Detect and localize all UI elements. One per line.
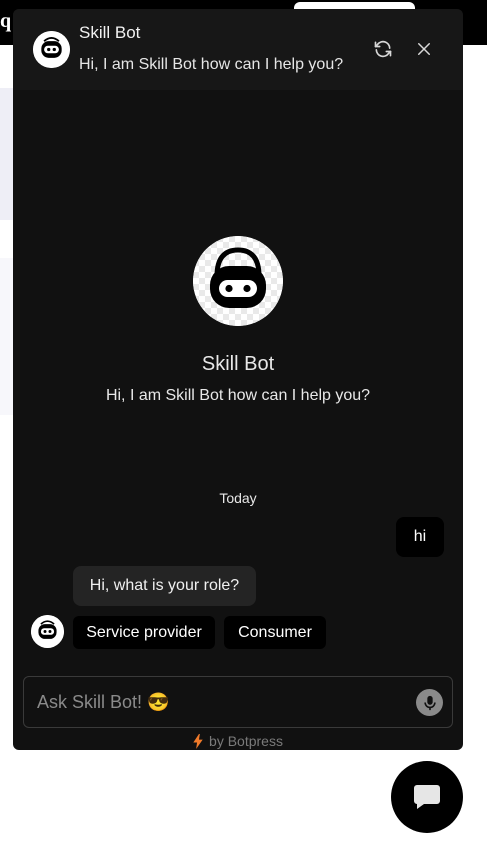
header-greeting: Hi, I am Skill Bot how can I help you? — [79, 56, 344, 73]
chat-header: Skill Bot Hi, I am Skill Bot how can I h… — [13, 9, 463, 90]
date-separator: Today — [219, 490, 257, 506]
close-button[interactable] — [411, 36, 437, 62]
host-logo: q — [0, 10, 12, 32]
message-composer — [23, 676, 453, 728]
chat-bubble-icon — [414, 785, 440, 809]
powered-by-footer: by Botpress — [13, 733, 463, 749]
lightning-icon — [193, 733, 203, 749]
chat-widget: Skill Bot Hi, I am Skill Bot how can I h… — [13, 9, 463, 750]
microphone-button[interactable] — [416, 689, 443, 716]
message-bot-avatar-icon — [31, 615, 64, 648]
chat-launcher-button[interactable] — [391, 761, 463, 833]
close-icon — [418, 43, 430, 55]
host-side-strip — [0, 258, 14, 415]
user-message-bubble: hi — [396, 517, 444, 557]
message-input[interactable] — [37, 689, 397, 715]
bot-message-bubble: Hi, what is your role? — [73, 566, 256, 606]
intro-description: Hi, I am Skill Bot how can I help you? — [105, 387, 371, 404]
refresh-button[interactable] — [370, 36, 396, 62]
microphone-icon — [423, 695, 436, 710]
refresh-icon — [374, 40, 392, 58]
bot-avatar-icon — [33, 31, 70, 68]
bot-hero-avatar-icon — [193, 236, 283, 326]
choice-service-provider-button[interactable]: Service provider — [73, 616, 215, 649]
host-side-panel — [0, 88, 14, 220]
intro-bot-name: Skill Bot — [201, 353, 275, 375]
choice-consumer-button[interactable]: Consumer — [224, 616, 326, 649]
header-bot-name: Skill Bot — [79, 23, 141, 42]
botpress-link[interactable]: by Botpress — [209, 733, 283, 749]
